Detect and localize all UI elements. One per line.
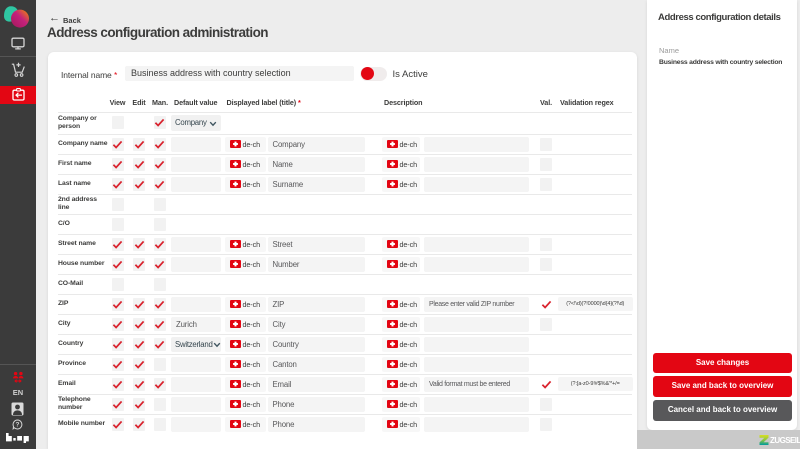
svg-text:?: ? — [16, 422, 20, 429]
